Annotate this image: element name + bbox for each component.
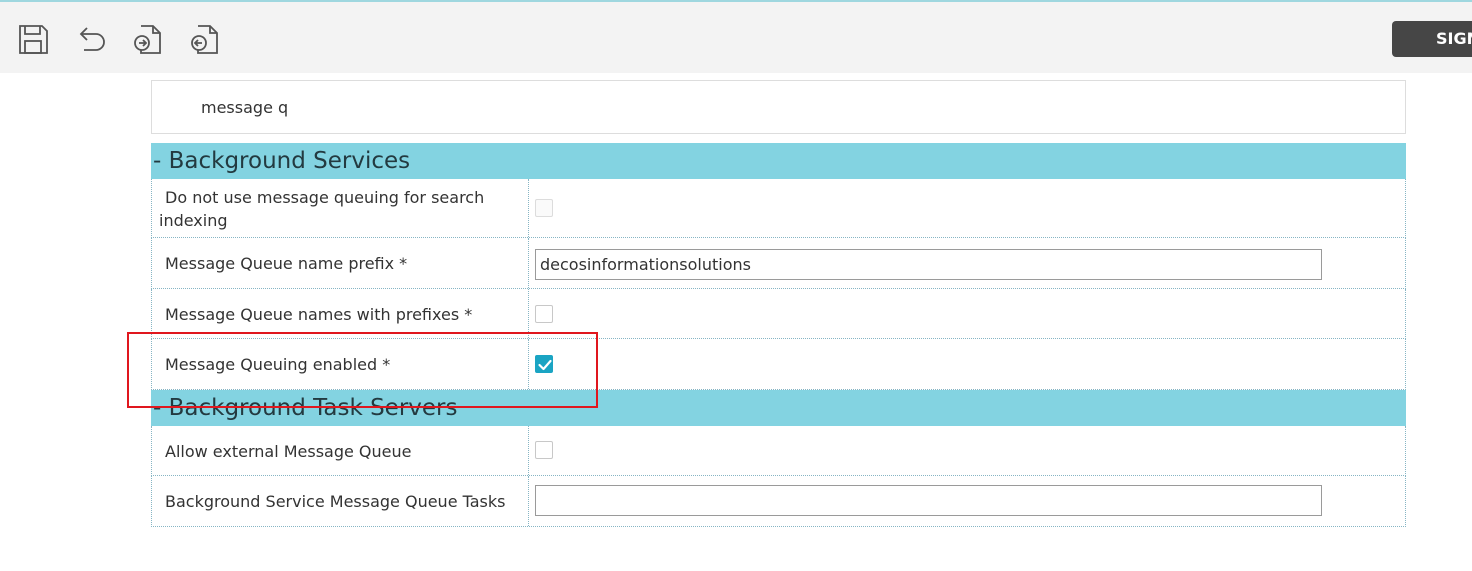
import-icon[interactable] [188, 22, 222, 56]
mq-tasks-input[interactable] [535, 485, 1322, 516]
setting-label: Message Queuing enabled * [165, 355, 391, 374]
save-icon[interactable] [16, 22, 50, 56]
row-divider [528, 426, 529, 475]
setting-label: Background Service Message Queue Tasks [165, 492, 506, 511]
setting-row: Do not use message queuing for search in… [151, 179, 1406, 238]
row-divider [528, 289, 529, 338]
row-divider [528, 238, 529, 288]
setting-row: Background Service Message Queue Tasks [151, 476, 1406, 527]
mq-name-prefix-input[interactable] [535, 249, 1322, 280]
setting-label: Allow external Message Queue [165, 442, 412, 461]
toolbar: SIGN [0, 0, 1472, 73]
row-divider [528, 476, 529, 526]
allow-external-mq-checkbox[interactable] [535, 441, 553, 459]
undo-icon[interactable] [74, 22, 108, 56]
setting-label: Message Queue name prefix * [165, 254, 408, 273]
mq-names-with-prefixes-checkbox[interactable] [535, 305, 553, 323]
no-mq-search-indexing-checkbox[interactable] [535, 199, 553, 217]
row-divider [528, 179, 529, 237]
setting-row: Message Queuing enabled * [151, 339, 1406, 390]
checkmark-icon [538, 359, 552, 371]
setting-label: Message Queue names with prefixes * [165, 305, 473, 324]
export-icon[interactable] [131, 22, 165, 56]
setting-row: Message Queue names with prefixes * [151, 289, 1406, 339]
row-divider [528, 339, 529, 389]
search-box[interactable]: message q [151, 80, 1406, 134]
setting-row: Message Queue name prefix * [151, 238, 1406, 289]
setting-label: Do not use message queuing for search in… [159, 188, 485, 230]
section-header-background-services[interactable]: - Background Services [151, 143, 1406, 179]
search-input-value: message q [201, 98, 289, 117]
mq-enabled-checkbox[interactable] [535, 355, 553, 373]
sign-button[interactable]: SIGN [1392, 21, 1472, 57]
section-header-background-task-servers[interactable]: - Background Task Servers [151, 390, 1406, 426]
setting-row: Allow external Message Queue [151, 426, 1406, 476]
